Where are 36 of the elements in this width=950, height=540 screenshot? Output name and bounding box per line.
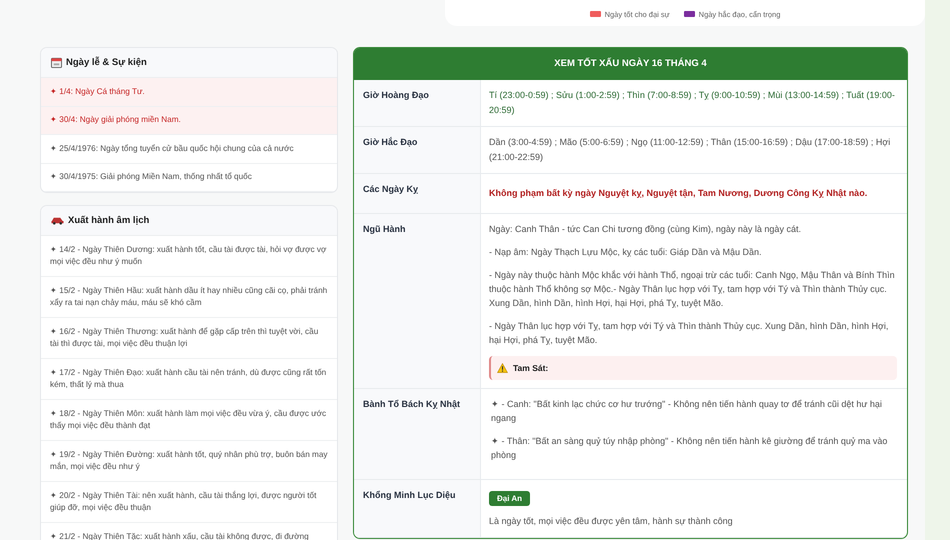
warning-icon xyxy=(497,363,508,373)
event-item: ✦ 30/4/1975: Giải phóng Miền Nam, thống nhất tổ quốc xyxy=(41,164,337,192)
travel-item: ✦ 14/2 - Ngày Thiên Dương: xuất hành tốt, cầu tài được tài, hỏi vợ được vợ mọi việc đều như ý muốn xyxy=(41,236,337,277)
paragraph: - Ngày Thân lục hợp với Tỵ, tam hợp với Tý và Thìn thành Thủy cục. Xung Dần, hình Dần, hình Hợi, hại Hợi, phá Tỵ, tuyệt Mão. xyxy=(489,320,890,347)
travel-item: ✦ 16/2 - Ngày Thiên Thương: xuất hành để gặp cấp trên thì tuyệt vời, cầu tài thì được tài, mọi việc đều thuận lợi xyxy=(41,318,337,359)
status-badge: Đại An xyxy=(489,491,530,506)
event-item: ✦ 1/4: Ngày Cá tháng Tư. xyxy=(41,78,337,106)
row-value: Là ngày tốt, mọi việc đều được yên tâm, hành sự thành công xyxy=(489,515,734,528)
table-title: XEM TỐT XẤU NGÀY 16 THÁNG 4 xyxy=(354,48,907,80)
paragraph: ✦ - Thân: "Bất an sàng quỷ túy nhập phòng" - Không nên tiến hành kê giường để tránh quỷ ma vào phòng xyxy=(490,435,888,462)
calendar-icon xyxy=(51,57,62,68)
paragraph: - Ngày này thuộc hành Mộc khắc với hành Thổ, ngoại trừ các tuổi: Canh Ngọ, Mậu Thân và Bính Thìn thuộc hành Thổ không sợ Mộc.- Ngày Thân lục hợp với Tỵ, tam hợp với Tý và Thìn thành Thủy cục. Xung Dần, hình Dần, hình Hợi, hại Hợi, phá Tỵ, tuyệt Mão. xyxy=(489,269,896,310)
row-value: Không phạm bất kỳ ngày Nguyệt kỵ, Nguyệt tận, Tam Nương, Dương Công Kỵ Nhật nào. xyxy=(489,187,868,200)
row-label: Bành Tổ Bách Kỵ Nhật xyxy=(354,389,481,479)
travel-item: ✦ 15/2 - Ngày Thiên Hầu: xuất hành dầu ít hay nhiều cũng cãi cọ, phải tránh xẩy ra tai nạn chảy máu, máu sẽ khó cầm xyxy=(41,277,337,318)
paragraph: ✦ - Canh: "Bất kinh lạc chức cơ hư trướng" - Không nên tiến hành quay tơ để tránh cũi dệt hư hại ngang xyxy=(490,398,883,425)
paragraph: - Nạp âm: Ngày Thạch Lựu Mộc, kỵ các tuổi: Giáp Dần và Mậu Dần. xyxy=(489,246,762,259)
alert-text: Tam Sát: xyxy=(513,363,548,373)
travel-item: ✦ 18/2 - Ngày Thiên Môn: xuất hành làm mọi việc đều vừa ý, cầu được ước thấy mọi việc đều thành đạt xyxy=(41,400,337,441)
row-value: Tí (23:00-0:59) ; Sửu (1:00-2:59) ; Thìn (7:00-8:59) ; Tỵ (9:00-10:59) ; Mùi (13:00-14:59) ; Tuất (19:00-20:59) xyxy=(489,89,896,117)
travel-item: ✦ 19/2 - Ngày Thiên Đường: xuất hành tốt, quý nhân phù trợ, buôn bán may mắn, mọi việc đều như ý xyxy=(41,441,337,482)
row-value: Dần (3:00-4:59) ; Mão (5:00-6:59) ; Ngọ (11:00-12:59) ; Thân (15:00-16:59) ; Dậu (17:00-18:59) ; Hợi (21:00-22:59) xyxy=(489,136,892,164)
travel-item: ✦ 20/2 - Ngày Thiên Tài: nên xuất hành, cầu tài thắng lợi, được người tốt giúp đỡ, mọi việc đều thuận xyxy=(41,482,337,523)
card-title: Ngày lễ & Sự kiện xyxy=(66,57,147,68)
row-label: Giờ Hắc Đạo xyxy=(354,127,481,173)
travel-item: ✦ 17/2 - Ngày Thiên Đạo: xuất hành cầu tài nên tránh, dù được cũng rất tốn kém, thất lý mà thua xyxy=(41,359,337,400)
travel-item: ✦ 21/2 - Ngày Thiên Tặc: xuất hành xấu, cầu tài không được, đi đường xyxy=(41,523,337,540)
row-label: Giờ Hoàng Đạo xyxy=(354,80,481,126)
paragraph: Ngày: Canh Thân - tức Can Chi tương đồng (cùng Kim), ngày này là ngày cát. xyxy=(489,223,802,236)
event-item: ✦ 30/4: Ngày giải phóng miền Nam. xyxy=(41,106,337,135)
row-label: Ngũ Hành xyxy=(354,214,481,388)
card-title: Xuất hành âm lịch xyxy=(68,215,150,226)
car-icon xyxy=(51,216,64,225)
event-item: ✦ 25/4/1976: Ngày tổng tuyển cử bầu quốc hội chung của cả nước xyxy=(41,135,337,164)
row-label: Khổng Minh Lục Diệu xyxy=(354,480,481,537)
row-label: Các Ngày Kỵ xyxy=(354,174,481,213)
